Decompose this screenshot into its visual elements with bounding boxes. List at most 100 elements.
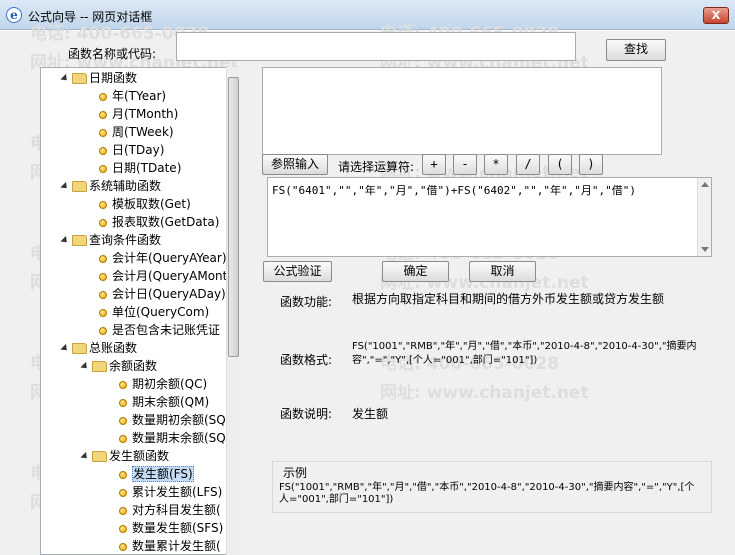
expand-triangle-icon[interactable]: [80, 361, 90, 372]
tree-folder[interactable]: 发生额函数: [80, 447, 170, 465]
function-bullet-icon: [119, 488, 127, 497]
tree-item[interactable]: 模板取数(Get): [99, 195, 191, 213]
function-bullet-icon: [119, 416, 127, 425]
title-bar: e 公式向导 -- 网页对话框 X: [0, 0, 735, 30]
function-bullet-icon: [119, 542, 127, 551]
reference-input-button[interactable]: 参照输入: [262, 154, 328, 175]
tree-item[interactable]: 单位(QueryCom): [99, 303, 209, 321]
tree-item[interactable]: 累计发生额(LFS): [119, 483, 222, 501]
tree-node-label: 数量期末余额(SQ: [132, 431, 226, 445]
folder-icon: [72, 181, 87, 192]
expand-triangle-icon[interactable]: [60, 343, 70, 354]
formula-scrollbar[interactable]: [697, 178, 711, 256]
tree-item[interactable]: 数量期初余额(SQ: [119, 411, 226, 429]
tree-node-label: 报表取数(GetData): [112, 215, 220, 229]
tree-node-label: 日期(TDate): [112, 161, 182, 175]
tree-folder[interactable]: 余额函数: [80, 357, 158, 375]
tree-node-label: 会计月(QueryAMonth: [112, 269, 235, 283]
folder-icon: [92, 451, 107, 462]
find-button[interactable]: 查找: [606, 39, 666, 61]
formula-text: FS("6401","","年","月","借")+FS("6402","","…: [272, 184, 637, 197]
tree-item[interactable]: 年(TYear): [99, 87, 166, 105]
function-bullet-icon: [99, 254, 107, 263]
tree-node-label: 是否包含未记账凭证: [112, 323, 221, 337]
multiply-operator-button[interactable]: *: [484, 154, 508, 175]
function-bullet-icon: [119, 524, 127, 533]
tree-node-label: 数量发生额(SFS): [132, 521, 224, 535]
tree-node-label: 发生额(FS): [132, 466, 194, 482]
function-bullet-icon: [119, 398, 127, 407]
tree-scrollbar[interactable]: [226, 67, 239, 555]
verify-formula-button[interactable]: 公式验证: [263, 261, 332, 282]
expand-triangle-icon[interactable]: [60, 73, 70, 84]
expand-triangle-icon[interactable]: [60, 181, 70, 192]
scroll-down-icon[interactable]: [701, 247, 709, 252]
tree-node-label: 会计年(QueryAYear): [112, 251, 227, 265]
function-search-input[interactable]: [176, 32, 576, 61]
minus-operator-button[interactable]: -: [453, 154, 477, 175]
folder-icon: [72, 343, 87, 354]
function-tree[interactable]: 日期函数年(TYear) 月(TMonth) 周(TWeek) 日(TDay) 日期(T…: [40, 67, 239, 555]
tree-item[interactable]: 会计月(QueryAMonth: [99, 267, 235, 285]
left-paren-button[interactable]: (: [548, 154, 572, 175]
tree-item[interactable]: 发生额(FS): [119, 465, 194, 483]
tree-folder[interactable]: 总账函数: [60, 339, 138, 357]
tree-item[interactable]: 数量累计发生额(: [119, 537, 221, 554]
close-button[interactable]: X: [703, 7, 729, 24]
tree-node-label: 对方科目发生额(: [132, 503, 221, 517]
function-bullet-icon: [99, 326, 107, 335]
search-label: 函数名称或代码:: [68, 47, 157, 61]
function-bullet-icon: [99, 92, 107, 101]
tree-node-label: 期初余额(QC): [132, 377, 208, 391]
tree-item[interactable]: 月(TMonth): [99, 105, 178, 123]
function-bullet-icon: [99, 164, 107, 173]
tree-item[interactable]: 对方科目发生额(: [119, 501, 221, 519]
tree-item[interactable]: 是否包含未记账凭证: [99, 321, 220, 339]
scroll-up-icon[interactable]: [701, 182, 709, 187]
function-bullet-icon: [99, 272, 107, 281]
function-description-area[interactable]: [262, 67, 662, 155]
tree-item[interactable]: 数量发生额(SFS): [119, 519, 223, 537]
expand-triangle-icon[interactable]: [60, 235, 70, 246]
cancel-button[interactable]: 取消: [469, 261, 536, 282]
ie-icon: e: [6, 7, 22, 23]
tree-item[interactable]: 期初余额(QC): [119, 375, 207, 393]
divide-operator-button[interactable]: /: [516, 154, 540, 175]
function-format-text: FS("1001","RMB","年","月","借","本币","2010-4…: [352, 341, 697, 366]
tree-item[interactable]: 日期(TDate): [99, 159, 181, 177]
tree-item[interactable]: 会计年(QueryAYear): [99, 249, 227, 267]
tree-item[interactable]: 会计日(QueryADay): [99, 285, 226, 303]
tree-node-label: 余额函数: [109, 359, 158, 373]
operator-label: 请选择运算符:: [338, 160, 415, 174]
tree-node-label: 总账函数: [89, 341, 138, 355]
tree-node-label: 周(TWeek): [112, 125, 174, 139]
tree-item[interactable]: 周(TWeek): [99, 123, 174, 141]
dialog-body: 电话: 400-665-0028 网址: www.chanjet.net 电话:…: [0, 24, 735, 555]
tree-scrollbar-thumb[interactable]: [228, 77, 239, 357]
tree-item[interactable]: 数量期末余额(SQ: [119, 429, 226, 447]
window-title: 公式向导 -- 网页对话框: [28, 10, 153, 24]
tree-folder[interactable]: 查询条件函数: [60, 231, 162, 249]
function-bullet-icon: [119, 470, 127, 479]
function-bullet-icon: [119, 506, 127, 515]
tree-item[interactable]: 期末余额(QM): [119, 393, 209, 411]
function-desc-text: 发生额: [352, 407, 389, 421]
example-label: 示例: [283, 466, 308, 480]
folder-icon: [72, 73, 87, 84]
tree-item[interactable]: 报表取数(GetData): [99, 213, 219, 231]
folder-icon: [72, 235, 87, 246]
tree-node-label: 查询条件函数: [89, 233, 162, 247]
tree-folder[interactable]: 日期函数: [60, 69, 138, 87]
tree-item[interactable]: 日(TDay): [99, 141, 164, 159]
expand-triangle-icon[interactable]: [80, 451, 90, 462]
function-bullet-icon: [99, 200, 107, 209]
tree-folder[interactable]: 系统辅助函数: [60, 177, 161, 195]
ok-button[interactable]: 确定: [382, 261, 449, 282]
tree-node-label: 发生额函数: [109, 449, 170, 463]
example-box: 示例 FS("1001","RMB","年","月","借","本币","201…: [272, 461, 712, 513]
tree-node-label: 单位(QueryCom): [112, 305, 210, 319]
watermark-url: 网址: www.chanjet.net: [380, 383, 589, 403]
right-paren-button[interactable]: ): [579, 154, 603, 175]
plus-operator-button[interactable]: +: [422, 154, 446, 175]
tree-node-label: 日期函数: [89, 71, 138, 85]
